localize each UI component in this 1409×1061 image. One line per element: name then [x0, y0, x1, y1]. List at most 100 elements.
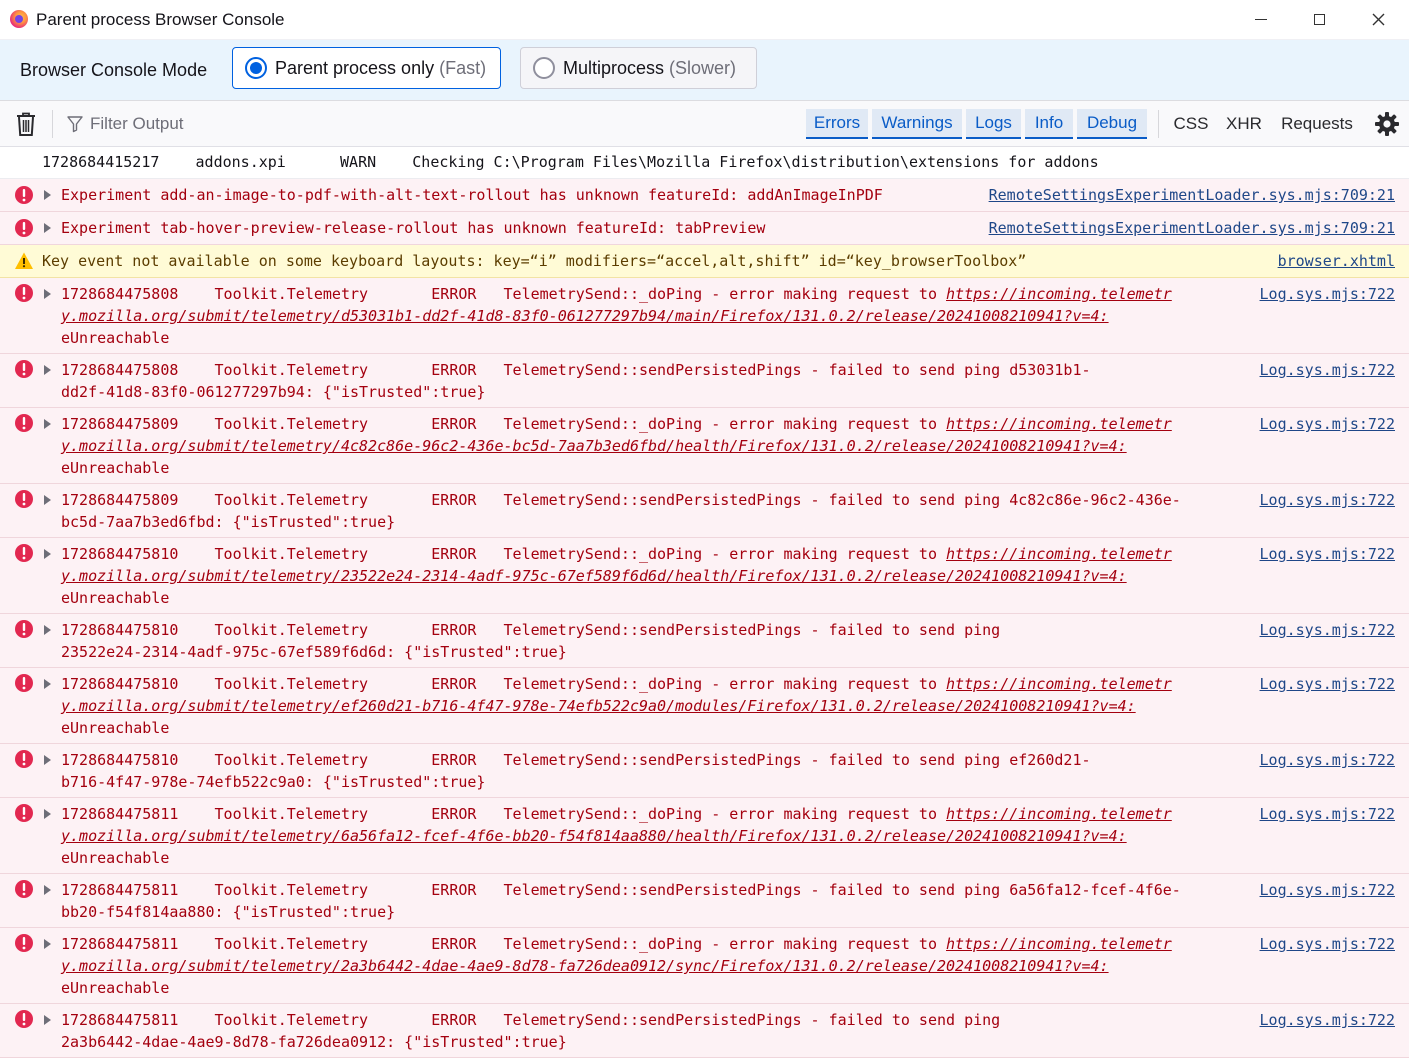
clear-console-trash-icon[interactable]: [14, 111, 38, 137]
log-row-error[interactable]: 1728684475808 Toolkit.Telemetry ERROR Te…: [0, 354, 1409, 408]
firefox-logo-icon: [10, 10, 28, 28]
filter-errors-button[interactable]: Errors: [806, 109, 868, 139]
log-source-link[interactable]: Log.sys.mjs:722: [1260, 933, 1395, 955]
log-source-link[interactable]: Log.sys.mjs:722: [1260, 283, 1395, 305]
log-message: 1728684475810 Toolkit.Telemetry ERROR Te…: [61, 751, 1091, 769]
log-row-error[interactable]: 1728684475811 Toolkit.Telemetry ERROR Te…: [0, 1004, 1409, 1058]
log-row-error[interactable]: 1728684475810 Toolkit.Telemetry ERROR Te…: [0, 744, 1409, 798]
mode-parent-only-label: Parent process only: [275, 57, 435, 78]
log-source-link[interactable]: Log.sys.mjs:722: [1260, 879, 1395, 901]
minimize-button[interactable]: [1232, 0, 1290, 39]
telemetry-url-link[interactable]: https://incoming.telemetr: [946, 545, 1172, 563]
expand-arrow-icon[interactable]: [44, 1015, 51, 1025]
log-message-continued: eUnreachable: [61, 329, 170, 347]
expand-arrow-icon[interactable]: [44, 365, 51, 375]
log-message-continued: bb20-f54f814aa880: {"isTrusted":true}: [61, 903, 396, 921]
expand-arrow-icon[interactable]: [44, 809, 51, 819]
telemetry-url-link[interactable]: y.mozilla.org/submit/telemetry/ef260d21-…: [61, 697, 1136, 715]
radio-selected-icon[interactable]: [245, 57, 267, 79]
expand-arrow-icon[interactable]: [44, 939, 51, 949]
expand-arrow-icon[interactable]: [44, 223, 51, 233]
telemetry-url-link[interactable]: https://incoming.telemetr: [946, 675, 1172, 693]
gear-icon[interactable]: [1374, 111, 1400, 137]
telemetry-url-link[interactable]: y.mozilla.org/submit/telemetry/23522e24-…: [61, 567, 1127, 585]
log-row-error[interactable]: 1728684475810 Toolkit.Telemetry ERROR Te…: [0, 614, 1409, 668]
log-row-error[interactable]: 1728684475808 Toolkit.Telemetry ERROR Te…: [0, 278, 1409, 354]
radio-unselected-icon[interactable]: [533, 57, 555, 79]
log-message: Experiment add-an-image-to-pdf-with-alt-…: [61, 186, 883, 204]
telemetry-url-link[interactable]: y.mozilla.org/submit/telemetry/4c82c86e-…: [61, 437, 1127, 455]
log-source-link[interactable]: browser.xhtml: [1278, 250, 1395, 272]
log-source-link[interactable]: Log.sys.mjs:722: [1260, 673, 1395, 695]
log-message-continued: y.mozilla.org/submit/telemetry/ef260d21-…: [61, 695, 1136, 717]
log-message-continued: y.mozilla.org/submit/telemetry/2a3b6442-…: [61, 955, 1109, 977]
telemetry-url-link[interactable]: https://incoming.telemetr: [946, 285, 1172, 303]
telemetry-url-link[interactable]: https://incoming.telemetr: [946, 805, 1172, 823]
log-row-error[interactable]: 1728684475809 Toolkit.Telemetry ERROR Te…: [0, 484, 1409, 538]
console-mode-bar: Browser Console Mode Parent process only…: [0, 40, 1409, 101]
expand-arrow-icon[interactable]: [44, 289, 51, 299]
filter-info-button[interactable]: Info: [1025, 109, 1073, 139]
telemetry-url-link[interactable]: https://incoming.telemetr: [946, 415, 1172, 433]
log-message: 1728684475809 Toolkit.Telemetry ERROR Te…: [61, 491, 1181, 509]
log-row-error[interactable]: 1728684475811 Toolkit.Telemetry ERROR Te…: [0, 874, 1409, 928]
log-source-link[interactable]: RemoteSettingsExperimentLoader.sys.mjs:7…: [989, 184, 1395, 206]
minimize-icon: [1255, 19, 1267, 20]
filter-output-input[interactable]: Filter Output: [66, 111, 184, 137]
log-source-link[interactable]: Log.sys.mjs:722: [1260, 1009, 1395, 1031]
log-row-error[interactable]: 1728684475809 Toolkit.Telemetry ERROR Te…: [0, 408, 1409, 484]
log-source-link[interactable]: Log.sys.mjs:722: [1260, 413, 1395, 435]
log-row-error[interactable]: 1728684475810 Toolkit.Telemetry ERROR Te…: [0, 538, 1409, 614]
close-button[interactable]: [1349, 0, 1407, 39]
mode-multiprocess-option[interactable]: Multiprocess (Slower): [520, 47, 757, 89]
expand-arrow-icon[interactable]: [44, 190, 51, 200]
expand-arrow-icon[interactable]: [44, 625, 51, 635]
title-bar: Parent process Browser Console: [0, 0, 1409, 40]
error-icon: [15, 360, 33, 378]
log-row-error[interactable]: 1728684475811 Toolkit.Telemetry ERROR Te…: [0, 928, 1409, 1004]
log-source-link[interactable]: Log.sys.mjs:722: [1260, 489, 1395, 511]
log-row-warning[interactable]: Key event not available on some keyboard…: [0, 245, 1409, 278]
error-icon: [15, 674, 33, 692]
filter-requests-button[interactable]: Requests: [1276, 109, 1358, 139]
error-icon: [15, 880, 33, 898]
log-source-link[interactable]: Log.sys.mjs:722: [1260, 619, 1395, 641]
telemetry-url-link[interactable]: y.mozilla.org/submit/telemetry/6a56fa12-…: [61, 827, 1127, 845]
log-message-text: 1728684475808 Toolkit.Telemetry ERROR Te…: [61, 285, 947, 303]
log-message-continued: eUnreachable: [61, 459, 170, 477]
filter-logs-button[interactable]: Logs: [966, 109, 1021, 139]
filter-warnings-button[interactable]: Warnings: [872, 109, 962, 139]
log-source-link[interactable]: Log.sys.mjs:722: [1260, 543, 1395, 565]
log-message-continued: eUnreachable: [61, 719, 170, 737]
log-message: Experiment tab-hover-preview-release-rol…: [61, 219, 766, 237]
mode-parent-only-option[interactable]: Parent process only (Fast): [232, 47, 501, 89]
log-row-error[interactable]: Experiment add-an-image-to-pdf-with-alt-…: [0, 179, 1409, 212]
mode-multiprocess-label: Multiprocess: [563, 57, 665, 78]
maximize-button[interactable]: [1290, 0, 1348, 39]
expand-arrow-icon[interactable]: [44, 495, 51, 505]
expand-arrow-icon[interactable]: [44, 419, 51, 429]
expand-arrow-icon[interactable]: [44, 679, 51, 689]
log-message-continued: y.mozilla.org/submit/telemetry/23522e24-…: [61, 565, 1127, 587]
expand-arrow-icon[interactable]: [44, 755, 51, 765]
log-source-link[interactable]: RemoteSettingsExperimentLoader.sys.mjs:7…: [989, 217, 1395, 239]
log-source-link[interactable]: Log.sys.mjs:722: [1260, 749, 1395, 771]
telemetry-url-link[interactable]: https://incoming.telemetr: [946, 935, 1172, 953]
expand-arrow-icon[interactable]: [44, 549, 51, 559]
log-row-error[interactable]: 1728684475811 Toolkit.Telemetry ERROR Te…: [0, 798, 1409, 874]
expand-arrow-icon[interactable]: [44, 885, 51, 895]
console-mode-label: Browser Console Mode: [20, 60, 208, 80]
log-message-text: 1728684475810 Toolkit.Telemetry ERROR Te…: [61, 675, 947, 693]
filter-css-button[interactable]: CSS: [1168, 109, 1214, 139]
log-message-continued: bc5d-7aa7b3ed6fbd: {"isTrusted":true}: [61, 513, 396, 531]
log-message: 1728684475810 Toolkit.Telemetry ERROR Te…: [61, 543, 1172, 565]
log-row-error[interactable]: Experiment tab-hover-preview-release-rol…: [0, 212, 1409, 245]
telemetry-url-link[interactable]: y.mozilla.org/submit/telemetry/2a3b6442-…: [61, 957, 1109, 975]
log-row-error[interactable]: 1728684475810 Toolkit.Telemetry ERROR Te…: [0, 668, 1409, 744]
telemetry-url-link[interactable]: y.mozilla.org/submit/telemetry/d53031b1-…: [61, 307, 1109, 325]
filter-debug-button[interactable]: Debug: [1077, 109, 1147, 139]
log-source-link[interactable]: Log.sys.mjs:722: [1260, 803, 1395, 825]
window-title: Parent process Browser Console: [36, 10, 285, 29]
log-source-link[interactable]: Log.sys.mjs:722: [1260, 359, 1395, 381]
filter-xhr-button[interactable]: XHR: [1220, 109, 1268, 139]
